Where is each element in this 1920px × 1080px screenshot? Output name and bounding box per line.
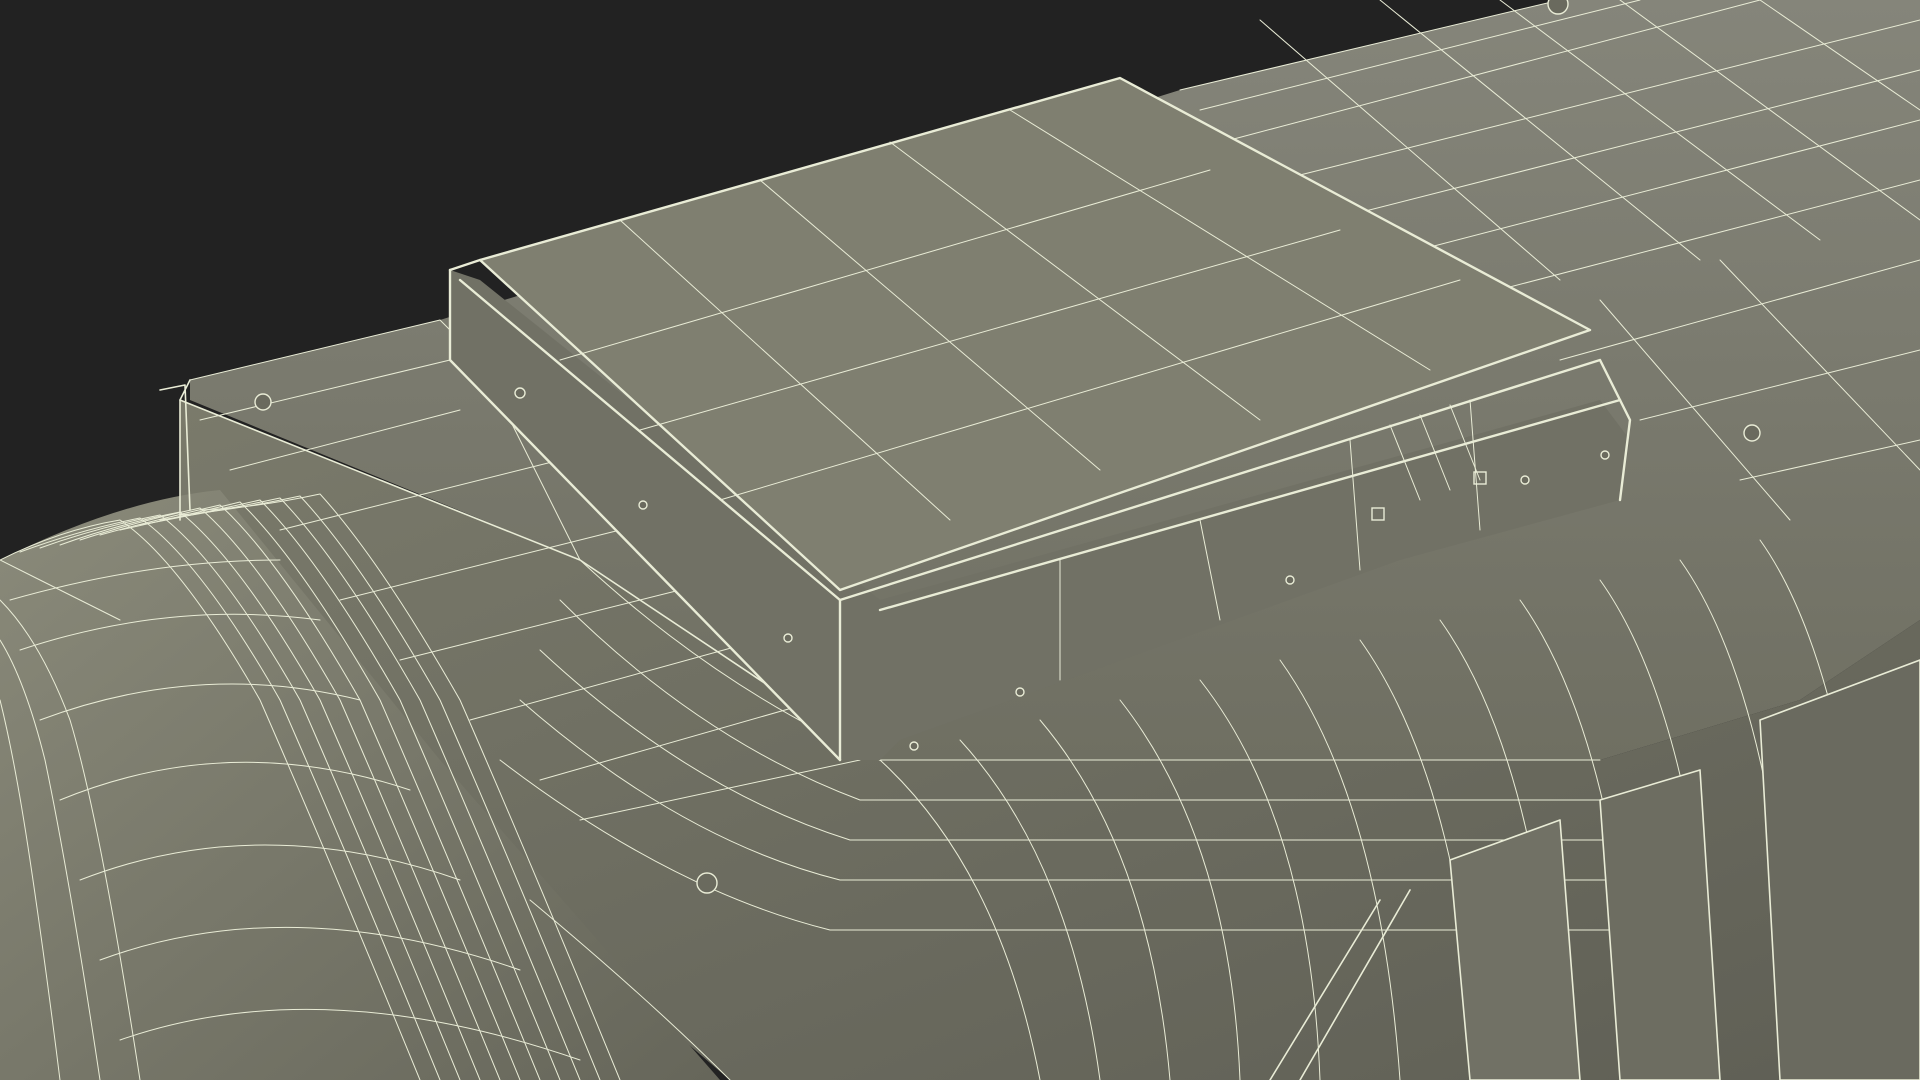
wireframe-viewport (0, 0, 1920, 1080)
